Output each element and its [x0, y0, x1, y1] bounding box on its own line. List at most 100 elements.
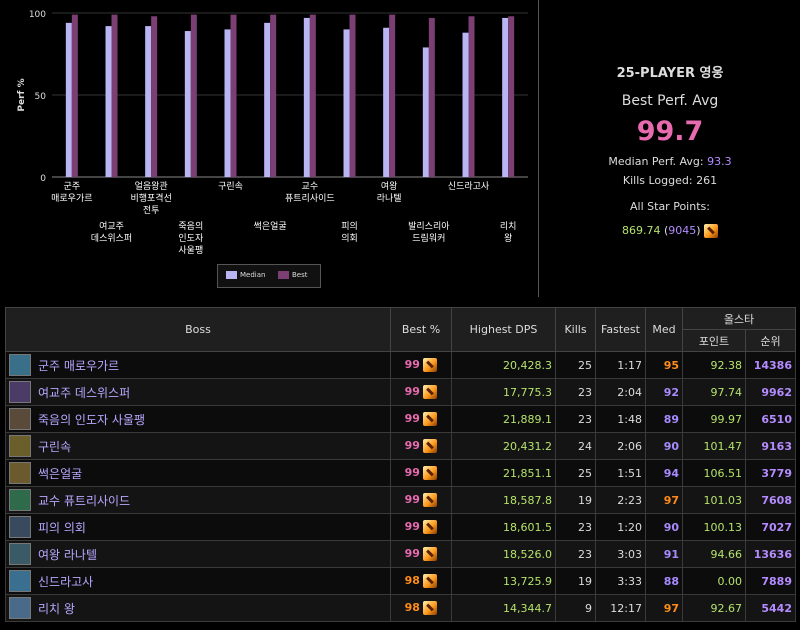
best-percent: 99 [404, 547, 420, 560]
bar-median[interactable] [224, 29, 231, 178]
medal-icon[interactable] [423, 601, 438, 615]
medal-icon[interactable] [423, 385, 438, 399]
legend-median-label: Median [240, 271, 266, 279]
boss-name[interactable]: 리치 왕 [38, 600, 75, 617]
header-dps[interactable]: Highest DPS [451, 307, 556, 352]
boss-cell[interactable]: 교수 퓨트리사이드 [5, 486, 391, 514]
boss-cell[interactable]: 썩은얼굴 [5, 459, 391, 487]
best-perf-avg-label: Best Perf. Avg [621, 93, 719, 109]
bar-best[interactable] [389, 14, 396, 178]
header-best[interactable]: Best % [390, 307, 452, 352]
bar-median[interactable] [502, 17, 509, 178]
legend-best[interactable]: Best [278, 271, 308, 279]
boss-cell[interactable]: 군주 매로우가르 [5, 351, 391, 379]
boss-name[interactable]: 신드라고사 [38, 573, 93, 590]
boss-name[interactable]: 구린속 [38, 438, 71, 455]
bar-best[interactable] [349, 14, 356, 178]
boss-name[interactable]: 여교주 데스위스퍼 [38, 384, 130, 401]
bar-best[interactable] [71, 14, 78, 178]
bar-best[interactable] [111, 14, 118, 178]
kills: 24 [555, 432, 596, 460]
header-fastest[interactable]: Fastest [595, 307, 646, 352]
best-cell: 99 [390, 486, 452, 514]
boss-cell[interactable]: 죽음의 인도자 사울팽 [5, 405, 391, 433]
bar-median[interactable] [343, 29, 350, 178]
bar-median[interactable] [145, 26, 152, 178]
boss-name[interactable]: 군주 매로우가르 [38, 357, 119, 374]
fastest: 1:17 [595, 351, 646, 379]
table-row[interactable]: 리치 왕 98 14,344.7 9 12:17 97 92.67 5442 [5, 594, 796, 622]
kills: 23 [555, 378, 596, 406]
table-row[interactable]: 신드라고사 98 13,725.9 19 3:33 88 0.00 7889 [5, 567, 796, 595]
table-row[interactable]: 교수 퓨트리사이드 99 18,587.8 19 2:23 97 101.03 7608 [5, 486, 796, 514]
boss-name[interactable]: 피의 의회 [38, 519, 86, 536]
table-row[interactable]: 군주 매로우가르 99 20,428.3 25 1:17 95 92.38 14386 [5, 351, 796, 379]
bar-median[interactable] [462, 32, 469, 178]
bar-median[interactable] [303, 17, 310, 178]
legend-median[interactable]: Median [226, 271, 265, 279]
highest-dps: 18,601.5 [451, 513, 556, 541]
bar-best[interactable] [468, 16, 475, 178]
bar-best[interactable] [190, 14, 197, 178]
header-rank[interactable]: 순위 [745, 329, 796, 352]
table-row[interactable]: 여왕 라나텔 99 18,526.0 23 3:03 91 94.66 13636 [5, 540, 796, 568]
best-percent: 98 [404, 574, 420, 587]
bar-best[interactable] [230, 14, 237, 178]
bar-best[interactable] [151, 16, 158, 178]
summary-panel: 25-PLAYER 영웅 Best Perf. Avg 99.7 Median … [538, 0, 800, 297]
all-star-rank: 6510 [745, 405, 796, 433]
boss-cell[interactable]: 구린속 [5, 432, 391, 460]
table-row[interactable]: 여교주 데스위스퍼 99 17,775.3 23 2:04 92 97.74 9962 [5, 378, 796, 406]
boss-name[interactable]: 교수 퓨트리사이드 [38, 492, 130, 509]
boss-name[interactable]: 죽음의 인도자 사울팽 [38, 411, 145, 428]
header-boss[interactable]: Boss [5, 307, 391, 352]
boss-portrait-icon [9, 408, 31, 430]
bar-median[interactable] [184, 31, 191, 178]
header-points[interactable]: 포인트 [682, 329, 746, 352]
bar-best[interactable] [428, 17, 435, 178]
boss-cell[interactable]: 여교주 데스위스퍼 [5, 378, 391, 406]
table-row[interactable]: 썩은얼굴 99 21,851.1 25 1:51 94 106.51 3779 [5, 459, 796, 487]
kills-logged-line: Kills Logged: 261 [539, 174, 800, 187]
table-row[interactable]: 구린속 99 20,431.2 24 2:06 90 101.47 9163 [5, 432, 796, 460]
bar-best[interactable] [270, 14, 277, 178]
header-med[interactable]: Med [645, 307, 683, 352]
medal-icon[interactable] [423, 412, 438, 426]
all-star-points: 0.00 [682, 567, 746, 595]
all-star-rank: 7889 [745, 567, 796, 595]
medal-icon[interactable] [423, 439, 438, 453]
bar-median[interactable] [65, 22, 72, 178]
all-star-points: 99.97 [682, 405, 746, 433]
kills: 19 [555, 567, 596, 595]
bar-median[interactable] [422, 47, 429, 177]
boss-name[interactable]: 썩은얼굴 [38, 465, 82, 482]
medal-icon[interactable] [423, 493, 438, 507]
table-row[interactable]: 피의 의회 99 18,601.5 23 1:20 90 100.13 7027 [5, 513, 796, 541]
boss-table-body: 군주 매로우가르 99 20,428.3 25 1:17 95 92.38 14386 여교주… [5, 351, 796, 622]
medal-icon[interactable] [423, 520, 438, 534]
best-percent: 99 [404, 493, 420, 506]
boss-cell[interactable]: 피의 의회 [5, 513, 391, 541]
all-star-rank: 3779 [745, 459, 796, 487]
medal-icon[interactable] [423, 547, 438, 561]
medal-icon[interactable] [423, 574, 438, 588]
median-percent: 90 [645, 432, 683, 460]
table-row[interactable]: 죽음의 인도자 사울팽 99 21,889.1 23 1:48 89 99.97 6510 [5, 405, 796, 433]
boss-name[interactable]: 여왕 라나텔 [38, 546, 97, 563]
boss-cell[interactable]: 여왕 라나텔 [5, 540, 391, 568]
bar-best[interactable] [508, 16, 515, 178]
boss-cell[interactable]: 신드라고사 [5, 567, 391, 595]
medal-icon[interactable] [423, 358, 438, 372]
y-tick-label: 100 [29, 10, 46, 20]
medal-icon[interactable] [423, 466, 438, 480]
bar-median[interactable] [105, 26, 112, 178]
median-perf-label: Median Perf. Avg: [608, 155, 704, 168]
bar-median[interactable] [383, 27, 390, 178]
highest-dps: 13,725.9 [451, 567, 556, 595]
bar-best[interactable] [309, 14, 316, 178]
all-star-points: 106.51 [682, 459, 746, 487]
boss-cell[interactable]: 리치 왕 [5, 594, 391, 622]
header-kills[interactable]: Kills [555, 307, 596, 352]
x-tick-label: 발리스리아 드림워커 [408, 221, 450, 244]
bar-median[interactable] [264, 22, 271, 178]
